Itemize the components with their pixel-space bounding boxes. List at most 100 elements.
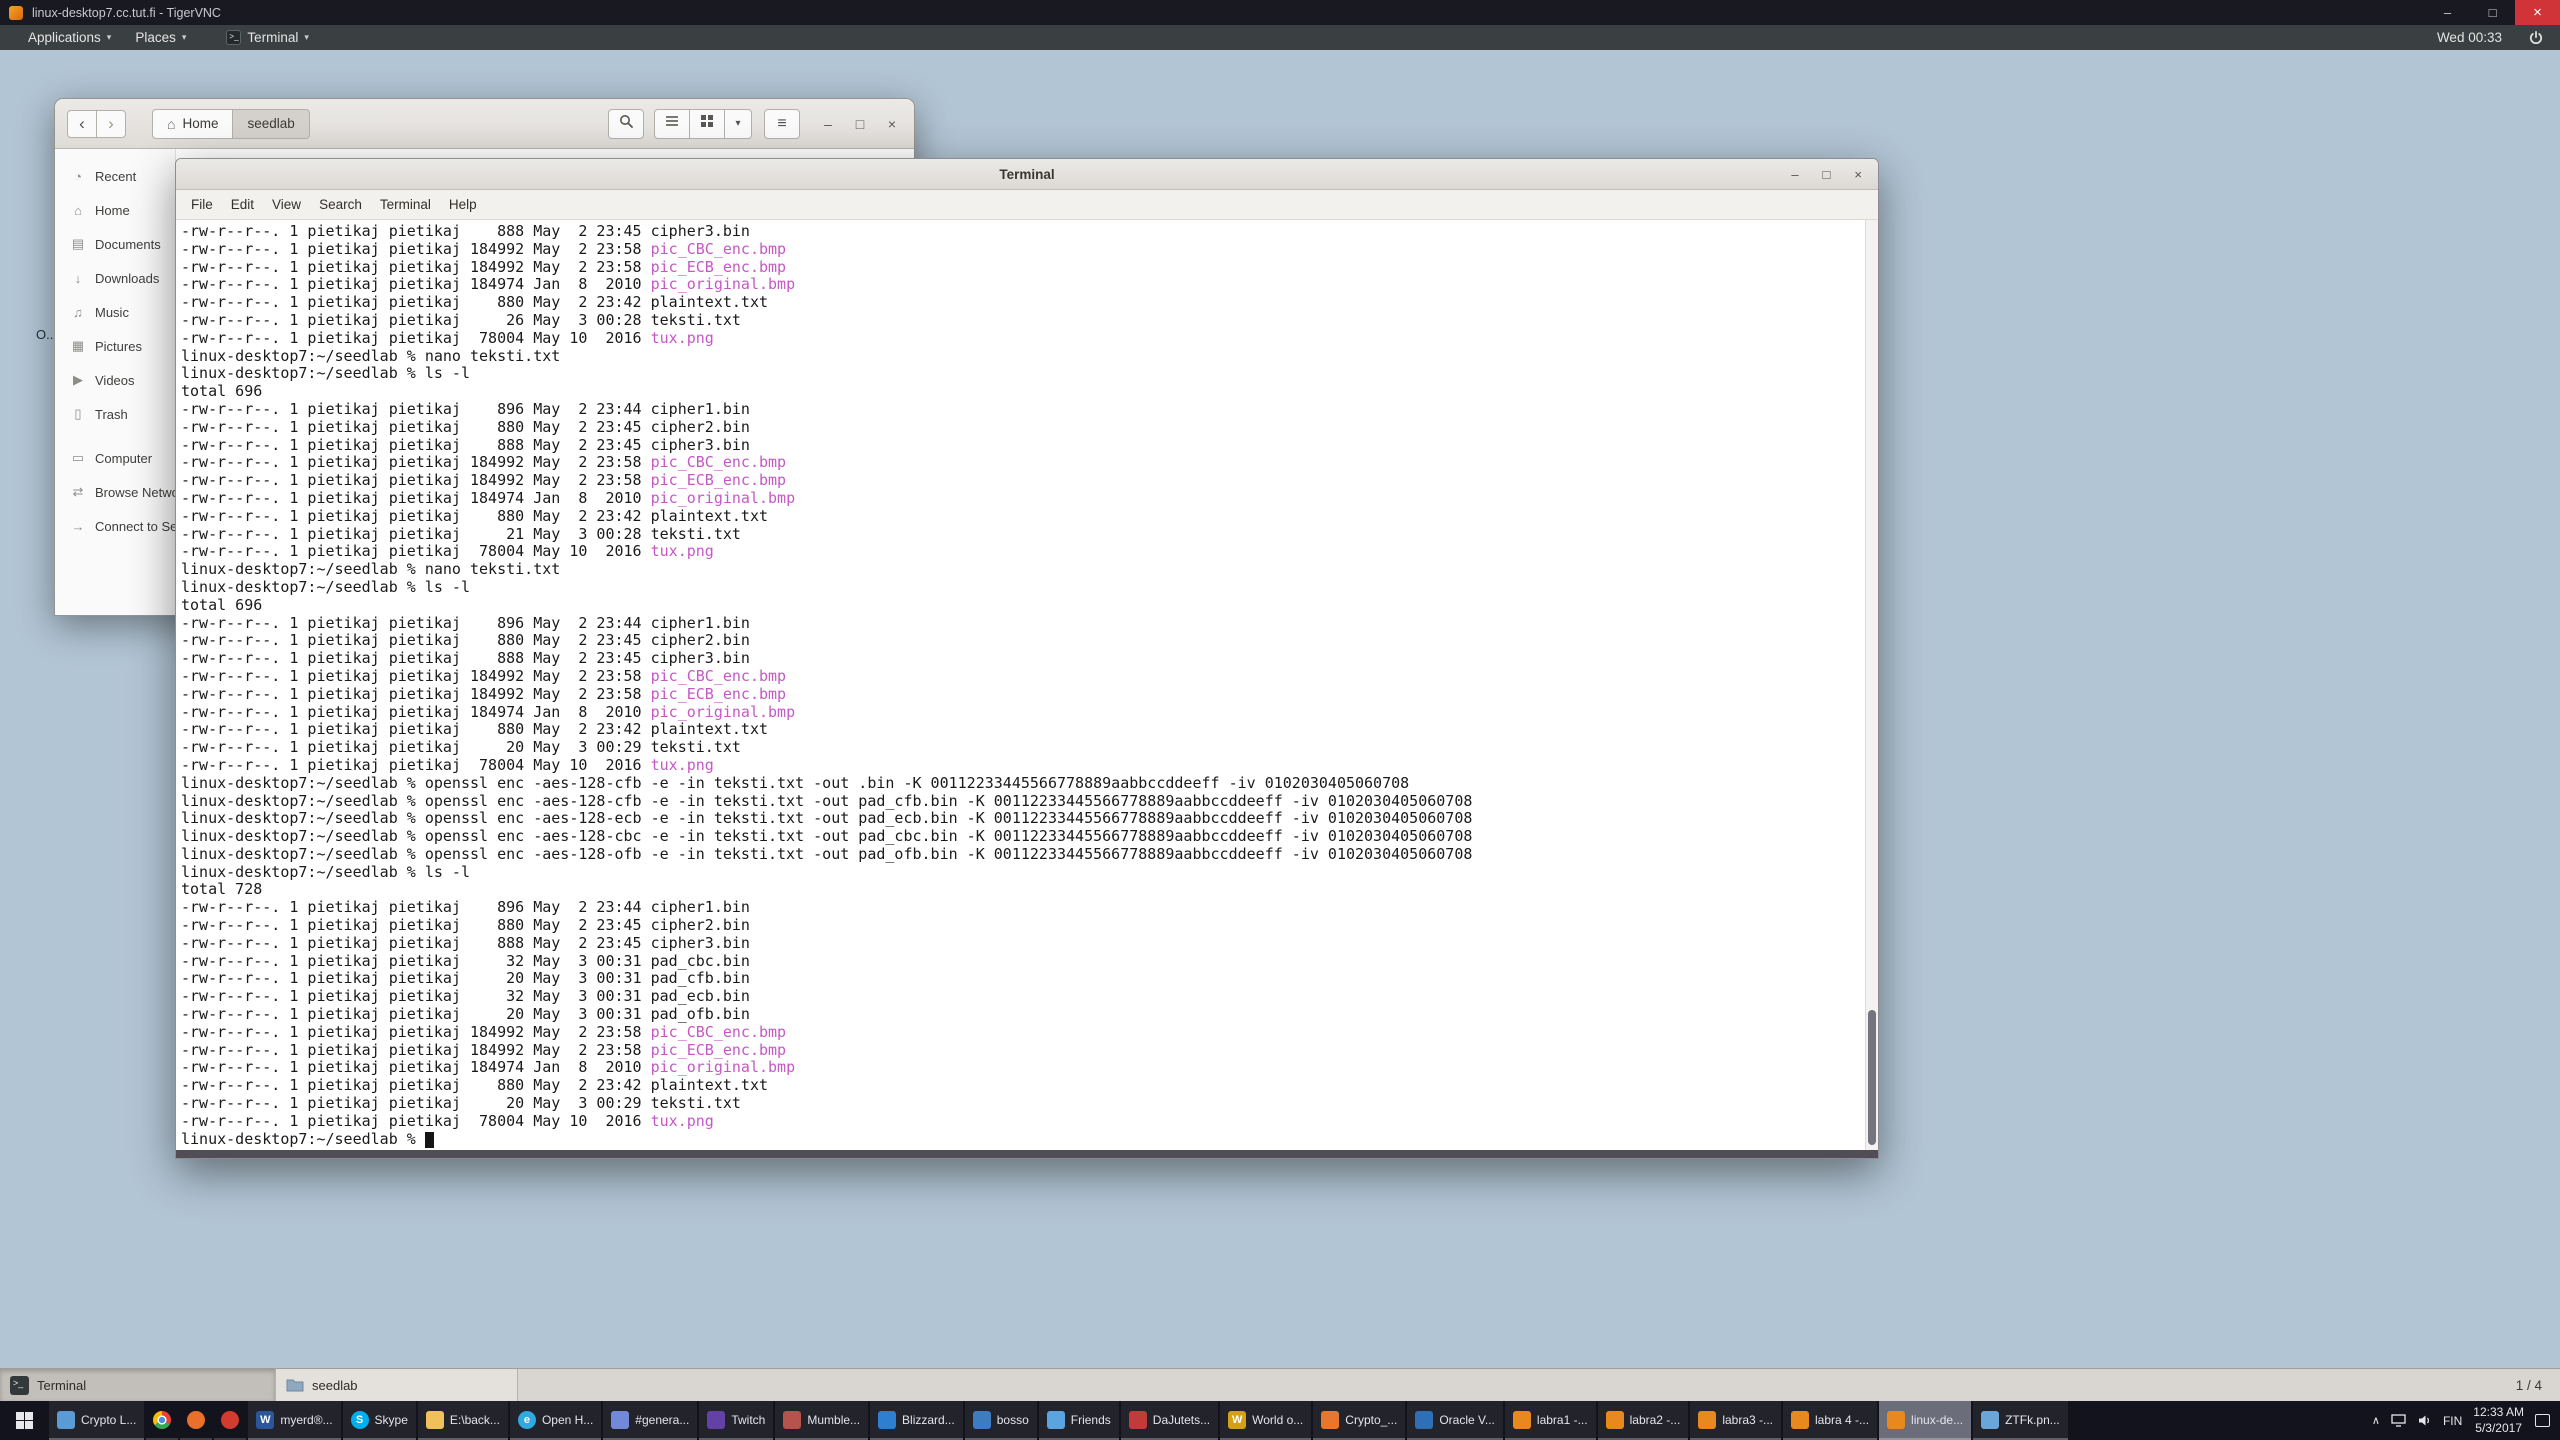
taskbar-item-skype[interactable]: S Skype — [342, 1401, 416, 1440]
sidebar-item-music[interactable]: ♫ Music — [55, 295, 175, 329]
sidebar-item-home[interactable]: ⌂ Home — [55, 193, 175, 227]
workspace-indicator[interactable]: 1 / 4 — [2516, 1378, 2560, 1393]
grid-view-button[interactable] — [689, 108, 725, 139]
forward-button[interactable]: › — [96, 109, 126, 138]
opera-icon — [221, 1410, 240, 1429]
taskbar-item-mumble[interactable]: Mumble... — [775, 1401, 869, 1440]
fm-close-button[interactable]: × — [882, 116, 902, 132]
taskbar-item-explorer[interactable]: E:\back... — [417, 1401, 508, 1440]
view-options-button[interactable]: ▾ — [724, 108, 752, 139]
desktop[interactable]: O... ‹ › ⌂ Home seedlab ▾ ≡ – □ × ◔ Rece… — [0, 50, 2560, 1368]
menu-file[interactable]: File — [182, 197, 222, 212]
terminal-titlebar[interactable]: Terminal – □ × — [176, 159, 1878, 190]
taskbar-item-labra1-vnc[interactable]: labra1 -... — [1504, 1401, 1596, 1440]
sidebar-item-trash[interactable]: ▯ Trash — [55, 397, 175, 431]
vnc-close-button[interactable]: × — [2515, 0, 2560, 25]
path-segment-home[interactable]: ⌂ Home — [152, 108, 234, 139]
terminal-line: -rw-r--r--. 1 pietikaj pietikaj 880 May … — [181, 631, 750, 650]
sidebar-item-videos[interactable]: ▶ Videos — [55, 363, 175, 397]
grid-view-icon — [699, 113, 715, 134]
path-segment-seedlab[interactable]: seedlab — [233, 108, 310, 139]
menu-search[interactable]: Search — [310, 197, 371, 212]
taskbar-item-labra2-vnc[interactable]: labra2 -... — [1597, 1401, 1689, 1440]
scrollbar-thumb[interactable] — [1868, 1010, 1876, 1145]
terminal-line: -rw-r--r--. 1 pietikaj pietikaj 184992 M… — [181, 453, 787, 472]
terminal-scrollbar[interactable] — [1865, 220, 1878, 1150]
taskbar-item-virtualbox[interactable]: Oracle V... — [1407, 1401, 1503, 1440]
terminal-line: -rw-r--r--. 1 pietikaj pietikaj 184992 M… — [181, 1040, 787, 1059]
taskbar-item-discord[interactable]: #genera... — [603, 1401, 698, 1440]
sidebar-item-downloads[interactable]: ↓ Downloads — [55, 261, 175, 295]
fm-minimize-button[interactable]: – — [818, 116, 838, 132]
sidebar-item-connect-to-server[interactable]: →Connect to Server — [55, 509, 176, 543]
sidebar-item-computer[interactable]: ▭ Computer — [55, 441, 175, 475]
terminal-content[interactable]: -rw-r--r--. 1 pietikaj pietikaj 888 May … — [176, 220, 1878, 1150]
labra1-vnc-icon — [1512, 1410, 1531, 1429]
taskbar-item-linux-desktop-vnc[interactable]: linux-de... — [1879, 1401, 1972, 1440]
action-center-icon[interactable] — [2535, 1414, 2550, 1427]
language-indicator[interactable]: FIN — [2443, 1414, 2462, 1428]
taskbar-item-crypto-file[interactable]: Crypto_... — [1313, 1401, 1406, 1440]
sidebar-item-pictures[interactable]: ▦ Pictures — [55, 329, 175, 363]
volume-icon[interactable] — [2417, 1413, 2432, 1428]
terminal-close-button[interactable]: × — [1854, 167, 1862, 182]
start-button[interactable] — [0, 1401, 48, 1440]
window-list-spacer — [518, 1369, 2516, 1401]
terminal-line: -rw-r--r--. 1 pietikaj pietikaj 896 May … — [181, 898, 750, 917]
taskbar-item-bosso[interactable]: bosso — [964, 1401, 1037, 1440]
menu-view[interactable]: View — [263, 197, 310, 212]
task-button-seedlab[interactable]: seedlab — [276, 1369, 518, 1401]
terminal-line: -rw-r--r--. 1 pietikaj pietikaj 880 May … — [181, 916, 750, 935]
terminal-minimize-button[interactable]: – — [1791, 167, 1798, 182]
taskbar-item-opera[interactable] — [214, 1401, 247, 1440]
taskbar-item-word-doc[interactable]: Wmyerd®... — [248, 1401, 341, 1440]
search-button[interactable] — [608, 108, 644, 139]
power-icon[interactable] — [2528, 30, 2544, 46]
places-menu[interactable]: Places ▾ — [123, 25, 198, 50]
taskbar-item-blizzard[interactable]: Blizzard... — [870, 1401, 963, 1440]
taskbar-clock[interactable]: 12:33 AM 5/3/2017 — [2473, 1405, 2524, 1436]
taskbar-item-internet-explorer[interactable]: e Open H... — [509, 1401, 602, 1440]
terminal-line: -rw-r--r--. 1 pietikaj pietikaj 78004 Ma… — [181, 328, 714, 347]
taskbar-item-friends[interactable]: Friends — [1038, 1401, 1119, 1440]
menu-help[interactable]: Help — [440, 197, 486, 212]
taskbar-item-crypto-lecture[interactable]: Crypto L... — [49, 1401, 145, 1440]
sidebar-item-browse-network[interactable]: ⇄Browse Network — [55, 475, 175, 509]
sidebar-item-documents[interactable]: ▤ Documents — [55, 227, 175, 261]
task-button-terminal[interactable]: Terminal — [0, 1369, 276, 1401]
menu-edit[interactable]: Edit — [222, 197, 263, 212]
taskbar-item-world-of-warcraft[interactable]: W World o... — [1220, 1401, 1312, 1440]
terminal-app-menu[interactable]: Terminal ▾ — [214, 25, 321, 50]
taskbar-item-chrome[interactable] — [146, 1401, 179, 1440]
vnc-titlebar[interactable]: linux-desktop7.cc.tut.fi - TigerVNC – □ … — [0, 0, 2560, 25]
terminal-line: -rw-r--r--. 1 pietikaj pietikaj 184974 J… — [181, 702, 796, 721]
applications-menu[interactable]: Applications ▾ — [16, 25, 123, 50]
hamburger-icon: ≡ — [777, 114, 787, 132]
terminal-line: -rw-r--r--. 1 pietikaj pietikaj 184992 M… — [181, 684, 787, 703]
computer-icon: ▭ — [71, 450, 85, 465]
taskbar-item-dajutets[interactable]: DaJutets... — [1120, 1401, 1219, 1440]
monitor-icon[interactable] — [2391, 1414, 2406, 1427]
fm-headerbar[interactable]: ‹ › ⌂ Home seedlab ▾ ≡ – □ × — [55, 99, 914, 149]
tray-expand-icon[interactable]: ∧ — [2372, 1414, 2380, 1427]
taskbar-item-image-viewer[interactable]: ZTFk.pn... — [1973, 1401, 2068, 1440]
menu-terminal[interactable]: Terminal — [371, 197, 440, 212]
taskbar-item-label: DaJutets... — [1152, 1412, 1211, 1427]
menu-button[interactable]: ≡ — [764, 108, 800, 139]
fm-maximize-button[interactable]: □ — [850, 116, 870, 132]
terminal-icon — [10, 1375, 29, 1395]
vnc-minimize-button[interactable]: – — [2425, 0, 2470, 25]
taskbar-item-firefox[interactable] — [180, 1401, 213, 1440]
back-button[interactable]: ‹ — [67, 109, 97, 138]
terminal-line: -rw-r--r--. 1 pietikaj pietikaj 880 May … — [181, 506, 768, 525]
internet-explorer-icon: e — [517, 1410, 536, 1429]
clock-icon: ◔ — [74, 168, 82, 184]
sidebar-item-recent[interactable]: ◔ Recent — [55, 159, 175, 193]
list-view-button[interactable] — [654, 108, 690, 139]
taskbar-item-twitch[interactable]: Twitch — [699, 1401, 774, 1440]
terminal-maximize-button[interactable]: □ — [1823, 167, 1831, 182]
vnc-maximize-button[interactable]: □ — [2470, 0, 2515, 25]
panel-clock[interactable]: Wed 00:33 — [2437, 30, 2502, 45]
taskbar-item-labra4-vnc[interactable]: labra 4 -... — [1783, 1401, 1878, 1440]
taskbar-item-labra3-vnc[interactable]: labra3 -... — [1690, 1401, 1782, 1440]
